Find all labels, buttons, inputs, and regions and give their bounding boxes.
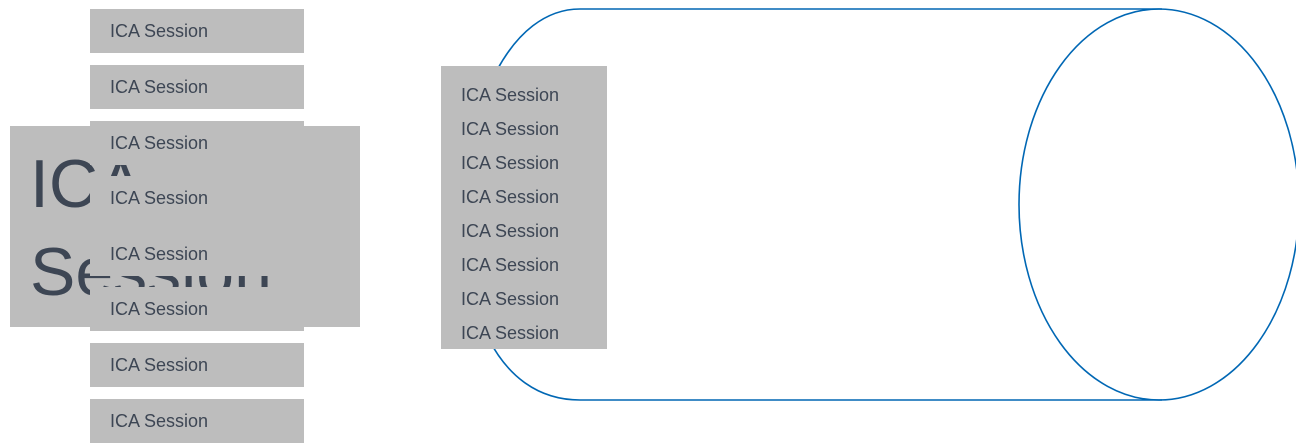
session-tile: ICA Session <box>90 65 304 109</box>
session-list-item: ICA Session <box>461 323 560 343</box>
session-tile-label: ICA Session <box>110 77 209 97</box>
session-list-item: ICA Session <box>461 289 560 309</box>
session-tile-label: ICA Session <box>110 411 209 431</box>
session-tile: ICA Session <box>90 343 304 387</box>
session-tile: ICA Session <box>90 287 304 331</box>
session-list-item: ICA Session <box>461 255 560 275</box>
session-tile: ICA Session <box>90 399 304 443</box>
session-tile-label: ICA Session <box>110 133 209 153</box>
session-tile-label: ICA Session <box>110 188 209 208</box>
session-tile: ICA Session <box>90 176 304 220</box>
session-list-box: ICA Session ICA Session ICA Session ICA … <box>441 66 607 349</box>
session-list: ICA Session ICA Session ICA Session ICA … <box>461 78 559 350</box>
session-list-item: ICA Session <box>461 153 560 173</box>
diagram-canvas: ICA Session ICA Session ICA Session ICA … <box>0 0 1296 443</box>
session-tile: ICA Session <box>90 232 304 276</box>
session-tile-label: ICA Session <box>110 244 209 264</box>
session-list-item: ICA Session <box>461 187 560 207</box>
cylinder-end-cap <box>1018 8 1296 401</box>
session-tile: ICA Session <box>90 9 304 53</box>
session-list-item: ICA Session <box>461 85 560 105</box>
session-tile-label: ICA Session <box>110 355 209 375</box>
session-list-item: ICA Session <box>461 119 560 139</box>
session-tile: ICA Session <box>90 121 304 165</box>
session-tile-label: ICA Session <box>110 299 209 319</box>
session-list-item: ICA Session <box>461 221 560 241</box>
session-tile-label: ICA Session <box>110 21 209 41</box>
